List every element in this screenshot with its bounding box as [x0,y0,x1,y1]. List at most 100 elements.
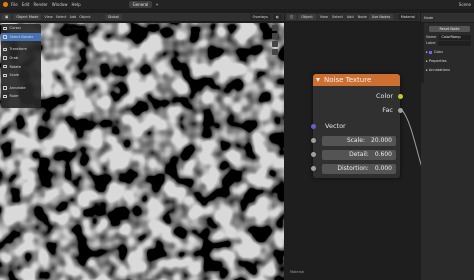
navigation-gizmo [272,25,278,55]
blender-logo-icon[interactable] [3,2,8,7]
shading-button[interactable]: ◐ [272,14,282,20]
tool-annotate[interactable]: Annotate [1,84,41,93]
tool-label: Rotate [9,64,21,69]
output-color-socket[interactable] [397,94,403,99]
scale-value: 20.000 [371,137,392,144]
node-sidebar: Reset Node Name ColorRamp Label ▸ Color … [421,23,474,280]
hud-object-name: (1) Scene | Cube [66,27,96,32]
annotate-icon [3,86,7,90]
add-workspace-button[interactable]: + [155,2,161,8]
reset-node-button[interactable]: Reset Node [429,26,470,32]
scene-selector[interactable]: Scene [459,2,471,7]
collapse-node-icon[interactable] [316,78,320,82]
ruler-icon [3,94,7,99]
viewport-menu-object[interactable]: Object [79,15,90,19]
menu-render[interactable]: Render [33,2,47,7]
tool-label: Select Border [9,34,34,39]
shader-type-dropdown[interactable]: Object [298,14,316,20]
transform-icon [3,47,7,52]
properties-section-label: Properties [428,59,447,63]
tool-label: Cursor [9,26,22,31]
name-label: Name [426,35,437,39]
node-header[interactable]: Noise Texture [313,74,400,86]
input-scale-socket[interactable] [310,138,316,143]
distortion-field[interactable]: Distortion: 0.000 [322,163,396,174]
tool-cursor[interactable]: Cursor [1,24,41,33]
menu-help[interactable]: Help [71,2,80,7]
label-input[interactable] [438,40,471,46]
workspace-tab-general[interactable]: General [128,1,153,8]
blender-window: File Edit Render Window Help General + S… [0,0,474,280]
tool-scale[interactable]: Scale [1,71,41,80]
input-distortion-socket[interactable] [310,166,316,171]
detail-value: 0.600 [374,151,392,158]
tool-label: Ruler [9,94,19,99]
sidebar-header: Node [421,13,474,22]
scale-label: Scale: [346,137,365,144]
select-box-icon [3,35,7,39]
menu-edit[interactable]: Edit [22,2,30,7]
node-menu-node[interactable]: Node [358,15,367,19]
3d-viewport[interactable]: User Persp (1) Scene | Cube [0,23,284,280]
node-tree-name: Material [290,270,305,274]
overlays-button[interactable]: Overlays [249,14,271,20]
node-menu-view[interactable]: View [320,15,328,19]
label-row: Label [421,40,474,46]
node-menu-select[interactable]: Select [332,15,343,19]
tool-rotate[interactable]: Rotate [1,62,41,71]
label-label: Label [426,41,436,45]
node-menu-add[interactable]: Add [347,15,354,19]
annotations-section-label: Annotations [428,68,450,72]
menu-file[interactable]: File [11,2,18,7]
top-menu-bar: File Edit Render Window Help General + S… [0,0,474,9]
tool-label: Scale [9,73,19,78]
tool-label: Annotate [9,85,26,90]
color-section[interactable]: ▸ Color [421,49,474,55]
tool-select-border[interactable]: Select Border [1,32,41,42]
noise-texture-node[interactable]: Noise Texture Color Fac Vector Scale: 20… [310,74,403,178]
material-slot-dropdown[interactable]: Material [397,14,418,20]
mode-dropdown[interactable]: Object Mode [13,14,42,20]
node-editor-canvas[interactable]: Noise Texture Color Fac Vector Scale: 20… [285,23,420,280]
orientation-dropdown[interactable]: Global [104,14,122,20]
viewport-menu-view[interactable]: View [44,15,52,19]
color-section-label: Color [433,50,444,54]
node-title: Noise Texture [324,76,372,84]
sidebar-tab-strip[interactable] [421,23,424,83]
annotations-section[interactable]: ▸ Annotations [421,67,474,73]
viewport-menu-select[interactable]: Select [56,15,67,19]
input-detail-socket[interactable] [310,152,316,157]
cursor-icon [3,26,7,31]
tool-ruler[interactable]: Ruler [1,92,41,101]
camera-icon[interactable] [272,41,278,47]
rotate-icon [3,64,7,69]
perspective-icon[interactable] [272,49,278,55]
zoom-icon[interactable] [272,25,278,31]
tool-label: Grab [9,56,19,61]
move-icon [3,56,7,60]
viewport-menu-add[interactable]: Add [70,15,77,19]
output-fac-label: Fac [382,106,393,114]
scale-field[interactable]: Scale: 20.000 [322,135,396,146]
tool-grab[interactable]: Grab [1,54,41,63]
pan-icon[interactable] [272,33,278,39]
detail-label: Detail: [349,151,369,158]
viewport-header: ▣ Object Mode View Select Add Object Glo… [0,13,284,22]
tool-transform[interactable]: Transform [1,45,41,54]
use-nodes-toggle[interactable]: Use Nodes [368,14,394,20]
tool-shelf: Cursor Select Border Transform Grab Rota… [1,24,41,108]
output-color-label: Color [376,92,393,100]
input-vector-label: Vector [325,122,346,130]
node-editor-type-icon[interactable]: ◫ [287,14,297,20]
noise-texture-preview [0,23,284,280]
editor-type-icon[interactable]: ▣ [2,14,12,20]
detail-field[interactable]: Detail: 0.600 [322,149,396,160]
sidebar-title: Node [424,15,434,20]
tool-label: Transform [9,47,27,52]
input-vector-socket[interactable] [310,124,316,129]
menu-window[interactable]: Window [52,2,68,7]
viewport-hud-text: User Persp (1) Scene | Cube [62,23,112,36]
name-input[interactable]: ColorRamp [439,34,471,40]
properties-section[interactable]: ▸ Properties [421,58,474,64]
distortion-label: Distortion: [337,165,369,172]
